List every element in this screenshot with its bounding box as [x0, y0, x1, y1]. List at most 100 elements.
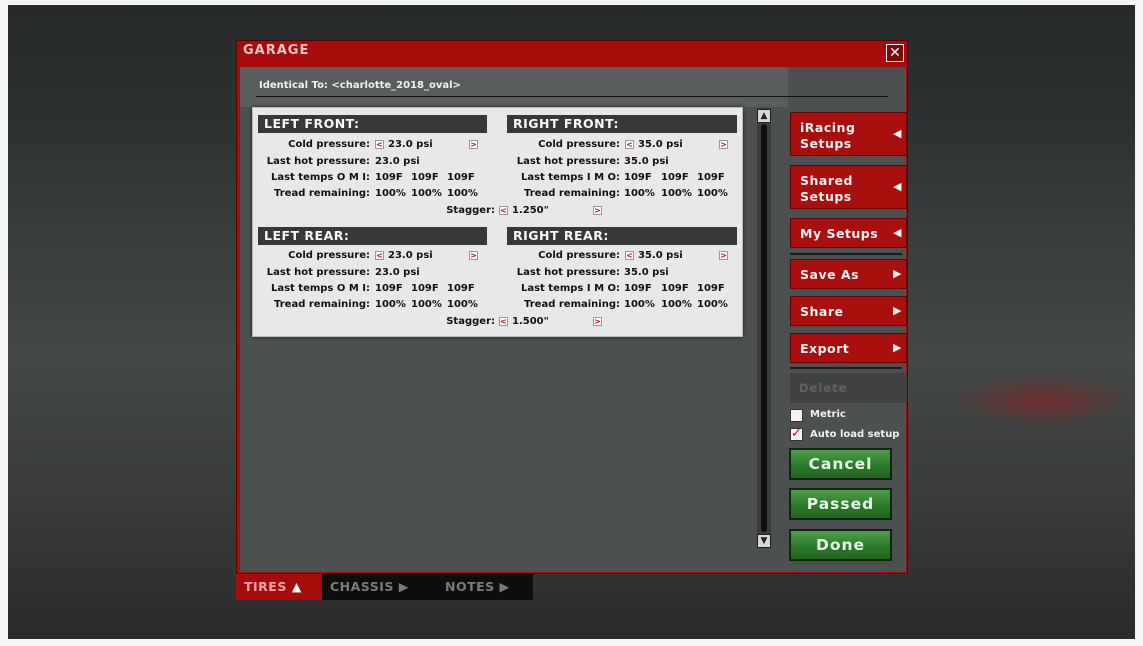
lr-temp-inner: 109F: [447, 283, 475, 294]
lf-temp-inner: 109F: [447, 172, 475, 183]
window-title: GARAGE: [243, 43, 310, 58]
rf-temp-outer: 109F: [697, 172, 725, 183]
decrease-arrow-icon[interactable]: <: [625, 251, 634, 260]
tread-remaining-label: Tread remaining:: [524, 299, 620, 310]
tab-tires-label: TIRES: [244, 579, 287, 594]
rr-temp-middle: 109F: [661, 283, 689, 294]
share-label: Share: [800, 304, 844, 319]
scroll-up-icon[interactable]: ▲: [757, 109, 771, 123]
identical-to-label: Identical To: <charlotte_2018_oval>: [259, 80, 461, 91]
rf-temp-inner: 109F: [624, 172, 652, 183]
rr-cold-pressure-value: 35.0 psi: [638, 250, 683, 261]
left-front-header: LEFT FRONT:: [258, 115, 487, 133]
rr-last-hot-value: 35.0 psi: [624, 267, 669, 278]
rr-temp-inner: 109F: [624, 283, 652, 294]
my-setups-label: My Setups: [800, 226, 879, 241]
metric-label: Metric: [810, 409, 846, 420]
decrease-arrow-icon[interactable]: <: [375, 140, 384, 149]
last-temps-label: Last temps I M O:: [520, 172, 620, 183]
export-label: Export: [800, 341, 850, 356]
divider: [256, 96, 888, 97]
rr-tread-3: 100%: [697, 299, 728, 310]
rf-cold-pressure-value: 35.0 psi: [638, 139, 683, 150]
done-button[interactable]: Done: [789, 529, 892, 561]
divider: [790, 253, 902, 255]
last-temps-label: Last temps I M O:: [520, 283, 620, 294]
decrease-arrow-icon[interactable]: <: [625, 140, 634, 149]
lr-cold-pressure-value: 23.0 psi: [388, 250, 433, 261]
right-front-header: RIGHT FRONT:: [507, 115, 737, 133]
lf-temp-middle: 109F: [411, 172, 439, 183]
tab-notes-label: NOTES: [445, 579, 495, 594]
chevron-left-icon: ◀: [893, 127, 902, 140]
scrollbar-track[interactable]: [761, 124, 767, 532]
increase-arrow-icon[interactable]: >: [469, 140, 478, 149]
save-as-button[interactable]: Save As ▶: [790, 259, 907, 289]
decrease-arrow-icon[interactable]: <: [499, 206, 508, 215]
last-temps-label: Last temps O M I:: [270, 172, 370, 183]
iracing-setups-button[interactable]: iRacing Setups ◀: [790, 112, 907, 156]
front-stagger-value: 1.250": [512, 205, 549, 216]
cold-pressure-label: Cold pressure:: [538, 139, 620, 150]
shared-setups-button[interactable]: Shared Setups ◀: [790, 165, 907, 209]
triangle-up-icon: ▲: [291, 579, 302, 594]
cold-pressure-label: Cold pressure:: [288, 250, 370, 261]
lr-tread-2: 100%: [411, 299, 442, 310]
stagger-label: Stagger:: [446, 205, 495, 216]
cancel-button[interactable]: Cancel: [789, 448, 892, 480]
divider: [790, 367, 902, 369]
metric-checkbox[interactable]: [790, 409, 803, 422]
chevron-left-icon: ◀: [893, 226, 902, 239]
lr-tread-1: 100%: [375, 299, 406, 310]
rr-temp-outer: 109F: [697, 283, 725, 294]
chevron-left-icon: ◀: [893, 180, 902, 193]
tab-notes[interactable]: NOTES ▶: [437, 574, 533, 600]
rr-tread-2: 100%: [661, 299, 692, 310]
lf-cold-pressure-value: 23.0 psi: [388, 139, 433, 150]
last-hot-pressure-label: Last hot pressure:: [266, 267, 370, 278]
rear-stagger-value: 1.500": [512, 316, 549, 327]
increase-arrow-icon[interactable]: >: [719, 140, 728, 149]
auto-load-checkbox[interactable]: ✓: [790, 426, 803, 441]
export-button[interactable]: Export ▶: [790, 333, 907, 363]
rf-last-hot-value: 35.0 psi: [624, 156, 669, 167]
right-rear-header: RIGHT REAR:: [507, 227, 737, 245]
delete-button[interactable]: Delete: [790, 373, 907, 403]
lr-tread-3: 100%: [447, 299, 478, 310]
checkmark-icon: ✓: [791, 426, 802, 441]
my-setups-button[interactable]: My Setups ◀: [790, 218, 907, 248]
decrease-arrow-icon[interactable]: <: [499, 317, 508, 326]
increase-arrow-icon[interactable]: >: [719, 251, 728, 260]
increase-arrow-icon[interactable]: >: [469, 251, 478, 260]
auto-load-label: Auto load setup: [810, 429, 900, 440]
rf-tread-1: 100%: [624, 188, 655, 199]
cold-pressure-label: Cold pressure:: [538, 250, 620, 261]
tread-remaining-label: Tread remaining:: [524, 188, 620, 199]
tread-remaining-label: Tread remaining:: [274, 188, 370, 199]
chevron-right-icon: ▶: [893, 267, 902, 280]
increase-arrow-icon[interactable]: >: [593, 206, 602, 215]
scroll-down-icon[interactable]: ▼: [757, 534, 771, 548]
rr-tread-1: 100%: [624, 299, 655, 310]
close-icon[interactable]: ✕: [886, 44, 904, 62]
decrease-arrow-icon[interactable]: <: [375, 251, 384, 260]
lf-tread-3: 100%: [447, 188, 478, 199]
last-hot-pressure-label: Last hot pressure:: [516, 267, 620, 278]
rf-temp-middle: 109F: [661, 172, 689, 183]
shared-setups-label-line1: Shared: [800, 173, 853, 188]
increase-arrow-icon[interactable]: >: [593, 317, 602, 326]
passed-button[interactable]: Passed: [789, 488, 892, 520]
share-button[interactable]: Share ▶: [790, 296, 907, 326]
iracing-setups-label-line2: Setups: [800, 136, 852, 151]
stagger-label: Stagger:: [446, 316, 495, 327]
cold-pressure-label: Cold pressure:: [288, 139, 370, 150]
chevron-right-icon: ▶: [893, 304, 902, 317]
lr-temp-middle: 109F: [411, 283, 439, 294]
tab-tires[interactable]: TIRES ▲: [236, 574, 322, 600]
tab-chassis[interactable]: CHASSIS ▶: [322, 574, 434, 600]
left-rear-header: LEFT REAR:: [258, 227, 487, 245]
lf-tread-2: 100%: [411, 188, 442, 199]
lr-temp-outer: 109F: [375, 283, 403, 294]
lf-tread-1: 100%: [375, 188, 406, 199]
triangle-right-icon: ▶: [499, 579, 510, 594]
